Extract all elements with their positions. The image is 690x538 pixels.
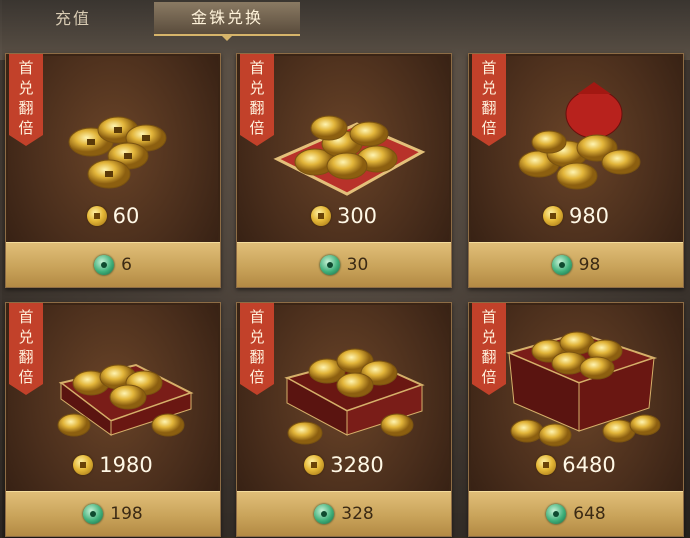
- jade-coin-icon: [551, 255, 572, 275]
- gold-amount-row: 1980: [6, 450, 220, 480]
- exchange-card-1[interactable]: 首兑翻倍 60 6: [5, 53, 221, 288]
- tab-bar: 充值 金铢兑换: [0, 0, 690, 41]
- exchange-card-2[interactable]: 首兑翻倍 300 30: [236, 53, 452, 288]
- gold-coin-icon: [542, 206, 563, 226]
- jade-coin-icon: [83, 504, 104, 524]
- gold-amount-row: 980: [469, 201, 683, 231]
- price-value: 328: [341, 504, 374, 524]
- price-value: 98: [578, 255, 601, 275]
- tab-exchange[interactable]: 金铢兑换: [154, 2, 300, 41]
- price-value: 648: [573, 504, 606, 524]
- coin-pile-on-cloth-image: [273, 115, 426, 196]
- price-button[interactable]: 198: [6, 491, 220, 536]
- price-button[interactable]: 98: [469, 242, 683, 287]
- exchange-card-4[interactable]: 首兑翻倍 1980 198: [5, 302, 221, 537]
- gold-amount: 3280: [330, 453, 384, 477]
- gold-amount: 60: [112, 204, 140, 228]
- gold-amount: 1980: [99, 453, 153, 477]
- jade-coin-icon: [314, 504, 335, 524]
- coin-pile-small-image: [68, 116, 167, 189]
- jade-coin-icon: [94, 255, 115, 275]
- gold-coin-icon: [304, 455, 325, 475]
- exchange-card-3[interactable]: 首兑翻倍 980 98: [468, 53, 684, 288]
- gold-amount-row: 60: [6, 201, 220, 231]
- exchange-card-5[interactable]: 首兑翻倍 3280 328: [236, 302, 452, 537]
- price-value: 6: [121, 255, 132, 275]
- gold-amount-row: 6480: [469, 450, 683, 480]
- coin-chest-image: [506, 331, 661, 447]
- gold-coin-icon: [73, 455, 94, 475]
- price-value: 30: [346, 255, 369, 275]
- gold-coin-icon: [536, 455, 557, 475]
- gold-amount-row: 3280: [237, 450, 451, 480]
- coin-pouch-image: [518, 82, 641, 190]
- coin-tray-image: [57, 363, 194, 437]
- tab-recharge[interactable]: 充值: [55, 4, 91, 34]
- price-button[interactable]: 648: [469, 491, 683, 536]
- price-button[interactable]: 6: [6, 242, 220, 287]
- jade-coin-icon: [546, 504, 567, 524]
- jade-coin-icon: [319, 255, 340, 275]
- gold-amount: 980: [568, 204, 610, 228]
- exchange-card-6[interactable]: 首兑翻倍 6480 648: [468, 302, 684, 537]
- price-value: 198: [110, 504, 143, 524]
- gold-amount: 300: [336, 204, 378, 228]
- price-button[interactable]: 30: [237, 242, 451, 287]
- gold-amount-row: 300: [237, 201, 451, 231]
- gold-coin-icon: [310, 206, 331, 226]
- price-button[interactable]: 328: [237, 491, 451, 536]
- gold-amount: 6480: [562, 453, 616, 477]
- coin-box-image: [284, 348, 425, 445]
- gold-coin-icon: [86, 206, 107, 226]
